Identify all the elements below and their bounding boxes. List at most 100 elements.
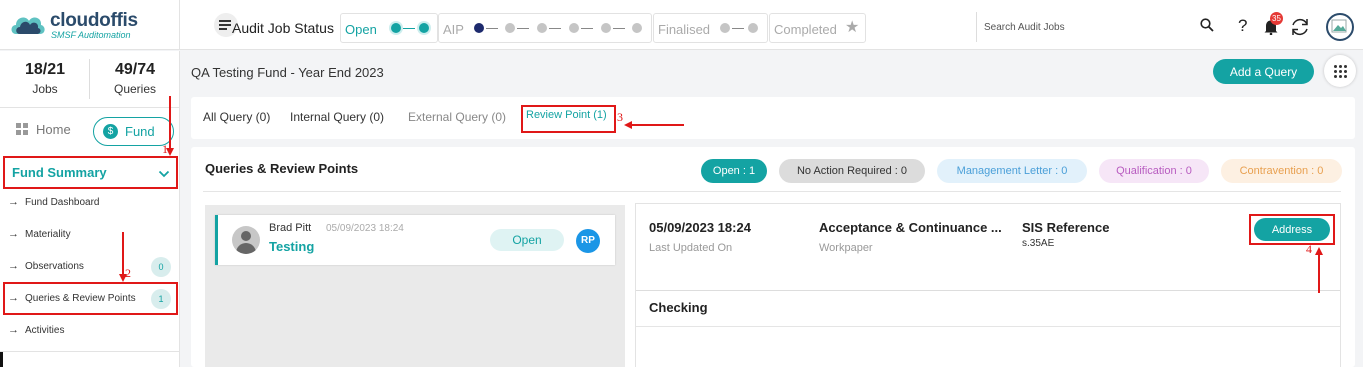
search-icon[interactable] xyxy=(1200,18,1214,32)
annotation-number-1: 1 xyxy=(162,142,168,156)
grid-icon xyxy=(16,123,28,135)
home-link[interactable]: Home xyxy=(16,122,71,137)
divider xyxy=(179,0,180,50)
stage-open[interactable]: Open xyxy=(340,13,438,43)
query-author: Brad Pitt xyxy=(269,222,312,234)
filter-chip-no-action[interactable]: No Action Required : 0 xyxy=(779,159,925,183)
stage-dot xyxy=(505,23,515,33)
stage-dot xyxy=(419,23,429,33)
divider xyxy=(976,12,977,42)
apps-grid-icon[interactable] xyxy=(1324,55,1356,87)
dollar-icon: $ xyxy=(103,124,118,139)
sis-reference-value: s.35AE xyxy=(1022,238,1055,249)
sidebar-item-activities[interactable]: → Activities xyxy=(8,324,64,344)
divider xyxy=(0,107,180,108)
count-badge: 0 xyxy=(151,257,171,277)
stage-dot xyxy=(748,23,758,33)
sidebar-section-collapsed[interactable] xyxy=(0,351,180,367)
status-title: Audit Job Status xyxy=(232,20,334,36)
last-updated-value: 05/09/2023 18:24 xyxy=(649,220,751,235)
fund-label: Fund xyxy=(125,124,155,139)
stage-line xyxy=(403,28,415,29)
add-query-button[interactable]: Add a Query xyxy=(1213,59,1314,84)
query-list-item[interactable]: Brad Pitt 05/09/2023 18:24 Testing Open … xyxy=(215,215,615,265)
query-subject: Testing xyxy=(269,239,315,254)
divider xyxy=(636,290,1340,291)
stage-line xyxy=(732,28,744,29)
stage-line xyxy=(613,28,625,29)
stage-label: AIP xyxy=(443,22,464,37)
stage-dot xyxy=(391,23,401,33)
query-date: 05/09/2023 18:24 xyxy=(326,223,404,234)
stage-aip[interactable]: AIP xyxy=(438,13,652,43)
stage-line xyxy=(549,28,561,29)
page-title: QA Testing Fund - Year End 2023 xyxy=(191,65,384,80)
stage-dot xyxy=(632,23,642,33)
brand-logo[interactable]: cloudoffis SMSF Auditomation xyxy=(8,8,178,44)
query-list: Brad Pitt 05/09/2023 18:24 Testing Open … xyxy=(205,205,625,367)
active-indicator xyxy=(0,352,3,367)
arrow-right-icon: → xyxy=(8,292,19,304)
jobs-stat[interactable]: 18/21 Jobs xyxy=(0,61,90,96)
fund-summary-toggle[interactable]: Fund Summary xyxy=(3,156,178,189)
last-updated-label: Last Updated On xyxy=(649,242,733,254)
brand-name: cloudoffis xyxy=(50,10,138,31)
status-badge: Open xyxy=(490,229,564,251)
workpaper-label: Workpaper xyxy=(819,242,873,254)
sidebar: 18/21 Jobs 49/74 Queries Home $ Fund Fun… xyxy=(0,51,180,367)
count-badge: 1 xyxy=(151,289,171,309)
app-window: cloudoffis SMSF Auditomation Audit Job S… xyxy=(0,0,1363,367)
filter-chip-contravention[interactable]: Contravention : 0 xyxy=(1221,159,1342,183)
sidebar-item-label: Fund Dashboard xyxy=(25,197,100,208)
tab-external-query[interactable]: External Query (0) xyxy=(408,110,506,124)
cloud-logo-icon xyxy=(11,17,45,34)
annotation-number-2: 2 xyxy=(125,266,131,280)
panel-title: Queries & Review Points xyxy=(205,161,359,176)
sis-reference-title: SIS Reference xyxy=(1022,220,1110,235)
sidebar-item-fund-dashboard[interactable]: → Fund Dashboard xyxy=(8,196,100,216)
stage-label: Completed xyxy=(774,22,837,37)
annotation-number-3: 3 xyxy=(617,110,623,124)
queries-stat[interactable]: 49/74 Queries xyxy=(90,61,180,96)
sync-icon[interactable] xyxy=(1289,16,1311,38)
filter-chip-open[interactable]: Open : 1 xyxy=(701,159,767,183)
stat-value: 49/74 xyxy=(114,61,156,78)
sidebar-item-label: Materiality xyxy=(25,229,71,240)
fund-summary-label: Fund Summary xyxy=(12,165,107,180)
review-point-badge: RP xyxy=(576,229,600,253)
tab-all-query[interactable]: All Query (0) xyxy=(203,110,270,124)
queries-panel: Queries & Review Points Open : 1 No Acti… xyxy=(191,147,1355,367)
arrow-right-icon: → xyxy=(8,196,19,208)
sidebar-item-label: Queries & Review Points xyxy=(25,293,136,304)
home-label: Home xyxy=(36,122,71,137)
filter-chip-management-letter[interactable]: Management Letter : 0 xyxy=(937,159,1087,183)
sidebar-item-materiality[interactable]: → Materiality xyxy=(8,228,71,248)
notification-badge: 35 xyxy=(1270,12,1283,25)
user-avatar-icon xyxy=(232,226,260,254)
sidebar-item-queries[interactable]: → Queries & Review Points xyxy=(8,292,136,312)
stage-dot xyxy=(569,23,579,33)
workpaper-value[interactable]: Acceptance & Continuance ... xyxy=(819,220,1002,235)
highlight-box xyxy=(521,105,616,133)
tab-internal-query[interactable]: Internal Query (0) xyxy=(290,110,384,124)
stage-line xyxy=(486,28,498,29)
stage-finalised[interactable]: Finalised xyxy=(653,13,768,43)
stage-line xyxy=(517,28,529,29)
sidebar-item-observations[interactable]: → Observations xyxy=(8,260,84,280)
star-icon: ★ xyxy=(845,19,860,36)
stat-value: 18/21 xyxy=(24,61,66,78)
search-input[interactable] xyxy=(984,14,1194,40)
stage-dot xyxy=(537,23,547,33)
help-icon[interactable]: ? xyxy=(1238,16,1247,36)
user-avatar[interactable] xyxy=(1326,13,1354,41)
query-tabs: All Query (0) Internal Query (0) Externa… xyxy=(191,97,1355,139)
stage-completed[interactable]: Completed ★ xyxy=(769,13,866,43)
arrow-right-icon: → xyxy=(8,228,19,240)
stage-label: Finalised xyxy=(658,22,711,37)
highlight-box xyxy=(1249,214,1335,245)
query-body-title: Checking xyxy=(649,300,708,315)
user-avatar-icon xyxy=(1331,19,1347,33)
filter-chip-qualification[interactable]: Qualification : 0 xyxy=(1099,159,1209,183)
divider xyxy=(636,326,1340,327)
sidebar-item-label: Activities xyxy=(25,325,65,336)
